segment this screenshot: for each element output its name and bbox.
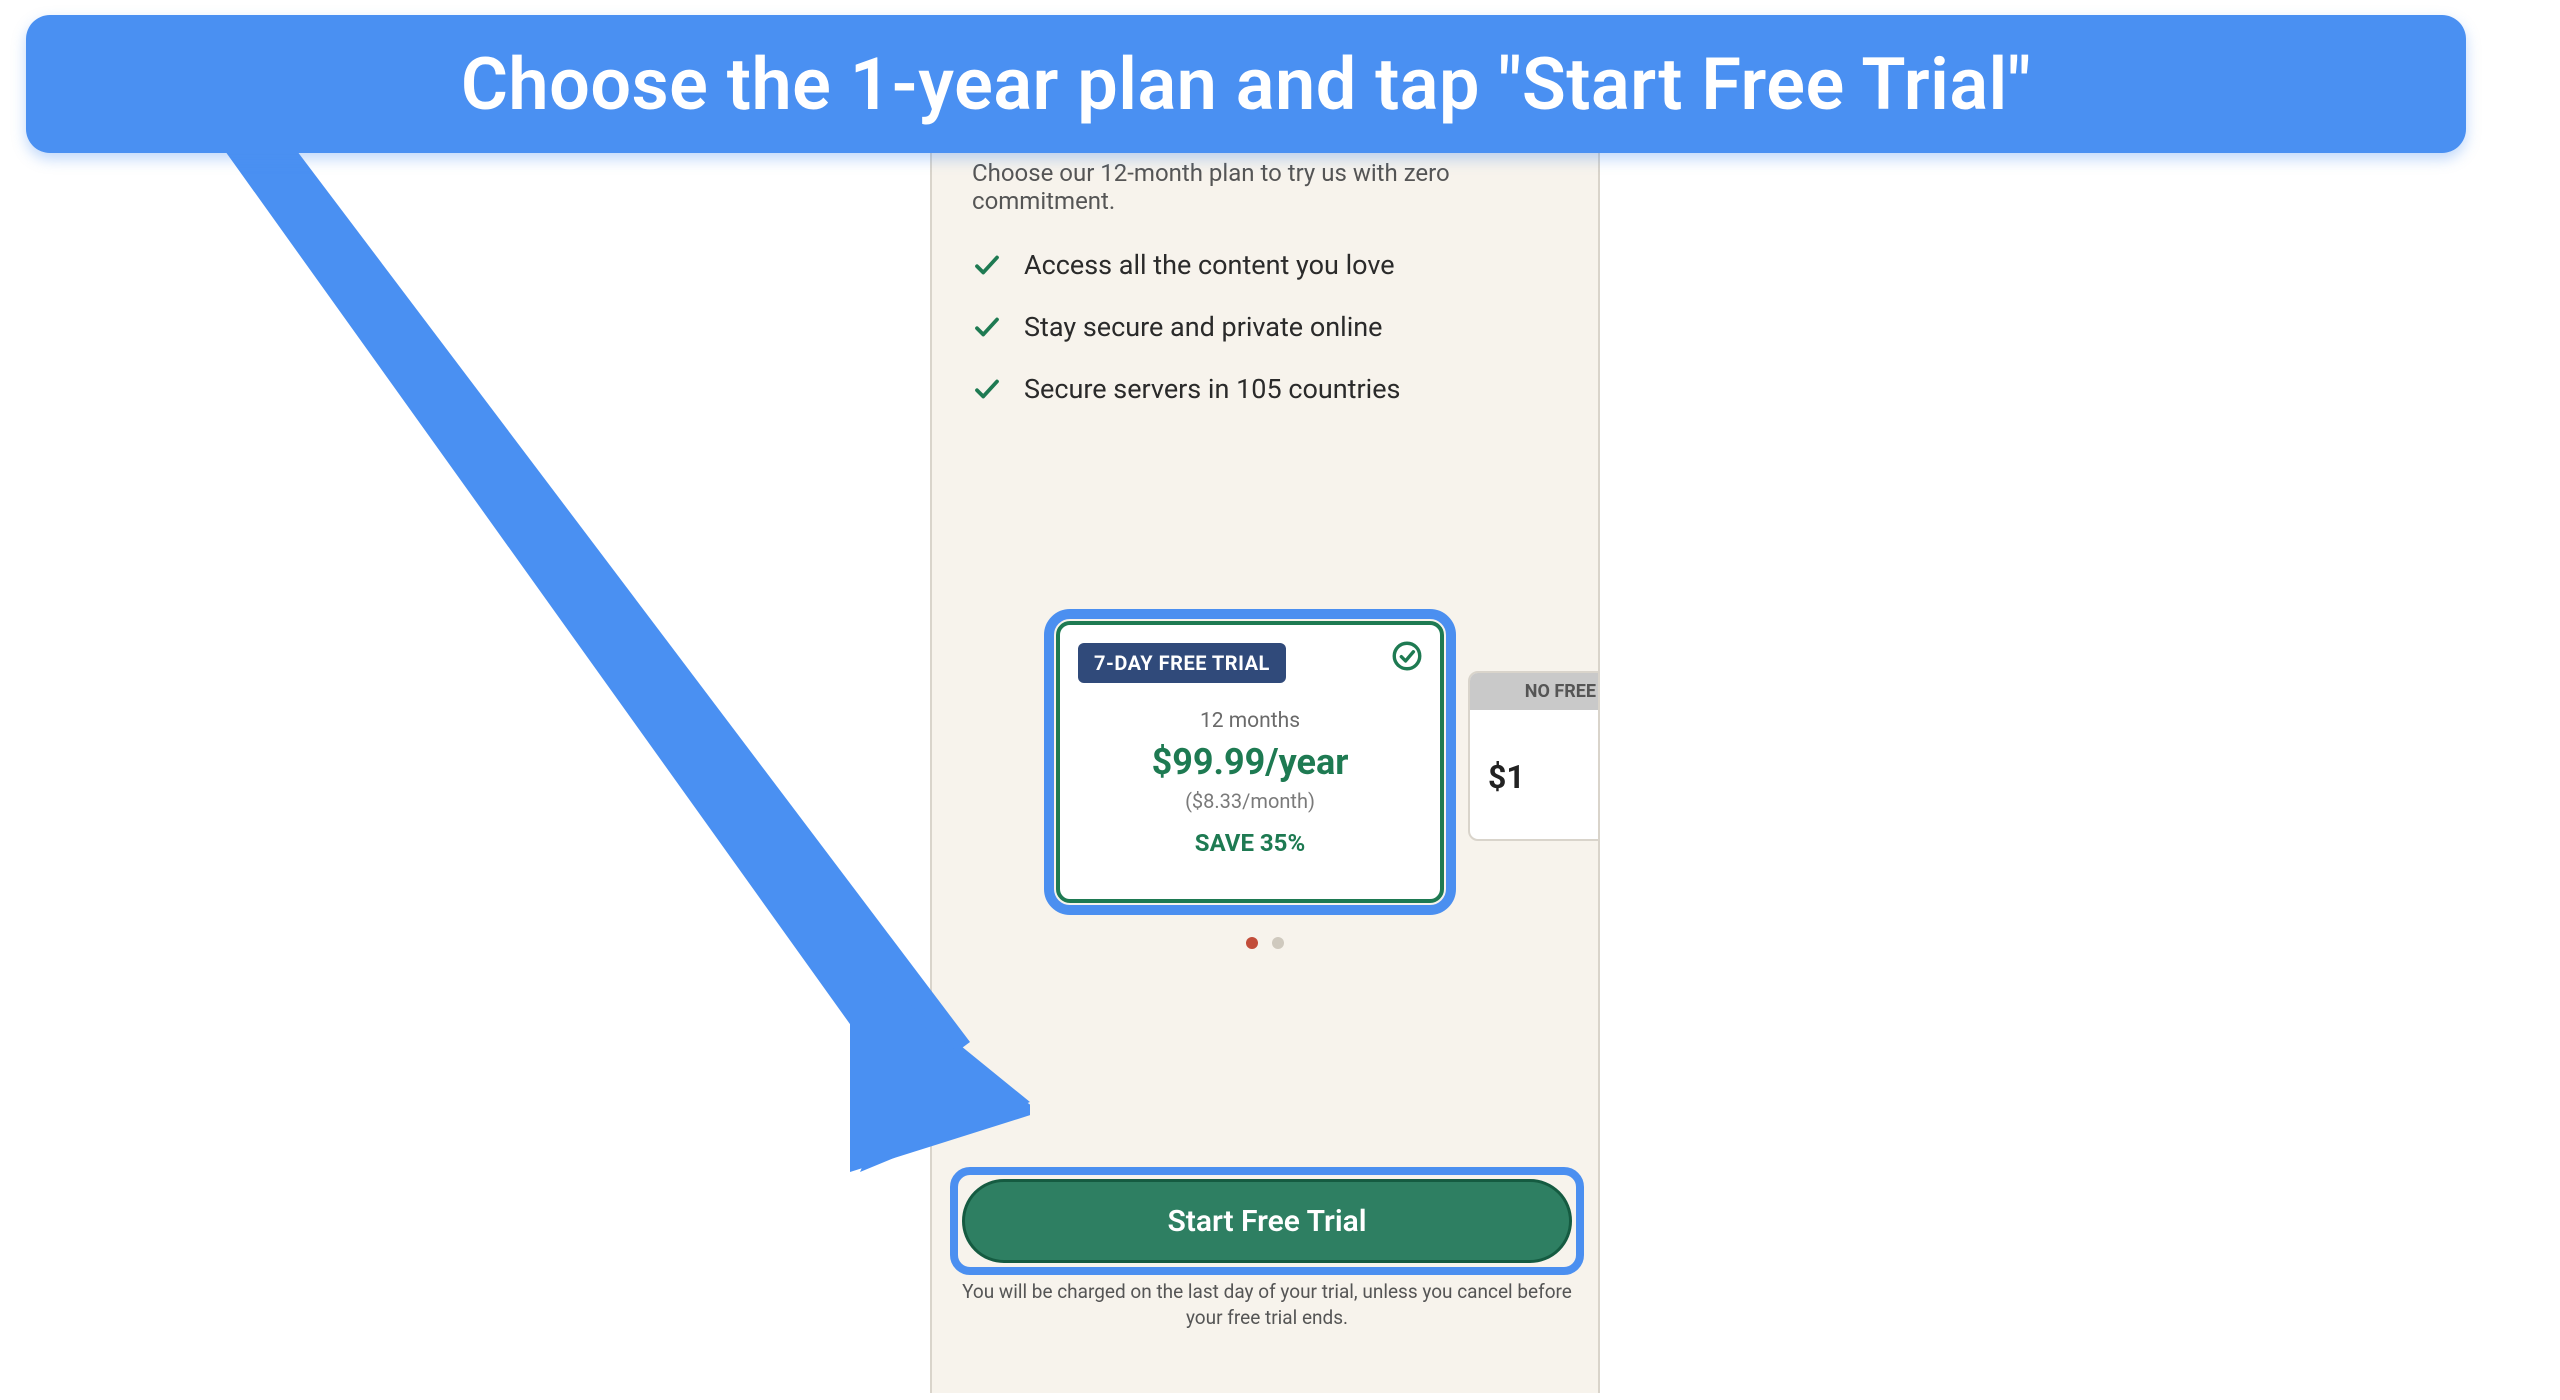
- plan-price-secondary: $1: [1470, 710, 1600, 796]
- plan-save: SAVE 35%: [1078, 829, 1422, 857]
- disclaimer-text: You will be charged on the last day of y…: [962, 1279, 1572, 1330]
- plan-monthly: ($8.33/month): [1078, 789, 1422, 813]
- benefit-text: Stay secure and private online: [1024, 311, 1383, 343]
- annotation-arrow-icon: [130, 102, 1030, 1172]
- carousel-dot[interactable]: [1272, 937, 1284, 949]
- check-icon: [972, 374, 1002, 404]
- list-item: Access all the content you love: [972, 249, 1558, 281]
- carousel-dots: [932, 937, 1598, 949]
- plan-duration: 12 months: [1078, 709, 1422, 733]
- annotation-banner: Choose the 1-year plan and tap "Start Fr…: [26, 15, 2466, 153]
- app-screenshot: Choose our 12-month plan to try us with …: [930, 153, 1600, 1393]
- plan-subheading: Choose our 12-month plan to try us with …: [972, 159, 1558, 215]
- benefit-list: Access all the content you love Stay sec…: [972, 249, 1558, 405]
- plan-price: $99.99/year: [1078, 741, 1422, 783]
- list-item: Secure servers in 105 countries: [972, 373, 1558, 405]
- start-free-trial-button[interactable]: Start Free Trial: [962, 1179, 1572, 1263]
- annotation-text: Choose the 1-year plan and tap "Start Fr…: [461, 42, 2031, 127]
- plan-card-secondary[interactable]: NO FREE T $1: [1468, 671, 1600, 841]
- cta-label: Start Free Trial: [1167, 1204, 1366, 1239]
- check-icon: [972, 250, 1002, 280]
- check-icon: [972, 312, 1002, 342]
- benefit-text: Secure servers in 105 countries: [1024, 373, 1400, 405]
- list-item: Stay secure and private online: [972, 311, 1558, 343]
- carousel-dot-active[interactable]: [1246, 937, 1258, 949]
- plan-badge-secondary: NO FREE T: [1470, 673, 1600, 710]
- benefit-text: Access all the content you love: [1024, 249, 1395, 281]
- plan-badge: 7-DAY FREE TRIAL: [1078, 643, 1286, 683]
- plan-card-12month[interactable]: 7-DAY FREE TRIAL 12 months $99.99/year (…: [1056, 621, 1444, 903]
- selected-check-icon: [1390, 639, 1424, 673]
